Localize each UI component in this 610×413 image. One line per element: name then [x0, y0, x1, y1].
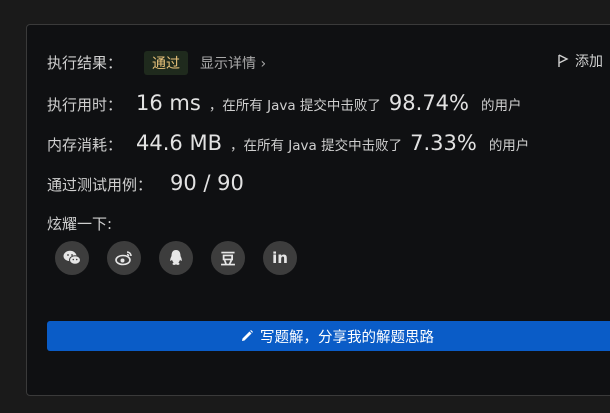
status-badge: 通过 — [144, 51, 189, 75]
share-section: 炫耀一下: — [47, 213, 112, 234]
pencil-icon — [242, 330, 253, 341]
douban-icon[interactable]: 豆 — [211, 241, 245, 275]
flag-icon — [558, 54, 569, 67]
show-details-link[interactable]: 显示详情 › — [200, 53, 266, 73]
runtime-beat-text: ，在所有 Java 提交中击败了 — [208, 98, 381, 114]
memory-value: 44.6 MB — [136, 131, 222, 155]
write-solution-label: 写题解，分享我的解题思路 — [260, 329, 434, 346]
social-share-icons: 豆 in — [55, 241, 297, 275]
testcases-label: 通过测试用例： — [47, 176, 153, 194]
result-label: 执行结果： — [47, 54, 123, 72]
memory-row: 内存消耗： 44.6 MB ，在所有 Java 提交中击败了 7.33% 的用户 — [47, 131, 529, 155]
douban-glyph: 豆 — [220, 249, 236, 268]
testcases-row: 通过测试用例： 90 / 90 — [47, 171, 244, 195]
write-solution-button[interactable]: 写题解，分享我的解题思路 — [47, 321, 610, 351]
add-label: 添加 — [575, 54, 603, 70]
wechat-icon[interactable] — [55, 241, 89, 275]
share-label: 炫耀一下: — [47, 215, 113, 233]
add-button[interactable]: 添加 — [557, 51, 603, 71]
memory-beat-text: ，在所有 Java 提交中击败了 — [229, 138, 403, 154]
runtime-label: 执行用时： — [47, 96, 123, 114]
qq-icon[interactable] — [159, 241, 193, 275]
runtime-value: 16 ms — [136, 91, 201, 115]
runtime-suffix: 的用户 — [481, 98, 522, 114]
submission-result-card: 执行结果： 通过 显示详情 › 添加 执行用时： 16 ms ，在所有 Java… — [26, 24, 610, 396]
testcases-value: 90 / 90 — [170, 171, 244, 195]
result-row: 执行结果： 通过 显示详情 › — [47, 51, 266, 75]
memory-suffix: 的用户 — [488, 138, 530, 154]
weibo-icon[interactable] — [107, 241, 141, 275]
runtime-row: 执行用时： 16 ms ，在所有 Java 提交中击败了 98.74% 的用户 — [47, 91, 522, 115]
linkedin-glyph: in — [272, 249, 288, 267]
memory-label: 内存消耗： — [47, 136, 123, 154]
memory-percent: 7.33% — [410, 131, 477, 155]
show-details-label: 显示详情 — [200, 56, 257, 72]
chevron-right-icon: › — [260, 56, 267, 72]
linkedin-icon[interactable]: in — [263, 241, 297, 275]
runtime-percent: 98.74% — [388, 91, 469, 115]
